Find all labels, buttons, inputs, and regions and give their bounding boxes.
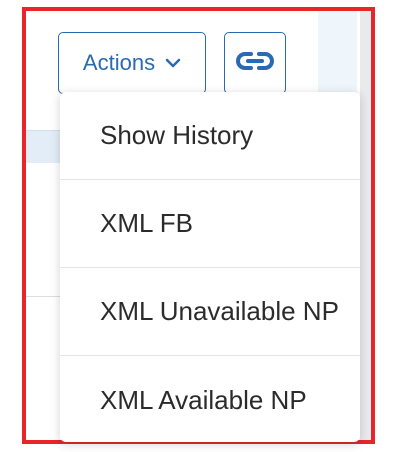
menu-item-xml-unavailable-np[interactable]: XML Unavailable NP (60, 268, 360, 356)
actions-button[interactable]: Actions (58, 32, 206, 94)
menu-item-show-history[interactable]: Show History (60, 92, 360, 180)
copy-link-button[interactable] (224, 32, 286, 94)
actions-button-label: Actions (82, 50, 156, 75)
menu-item-xml-fb[interactable]: XML FB (60, 180, 360, 268)
actions-dropdown-menu: Show History XML FB XML Unavailable NP X… (60, 92, 360, 442)
chevron-down-icon (165, 57, 181, 69)
menu-item-xml-available-np[interactable]: XML Available NP (60, 356, 360, 442)
link-icon (236, 50, 274, 77)
